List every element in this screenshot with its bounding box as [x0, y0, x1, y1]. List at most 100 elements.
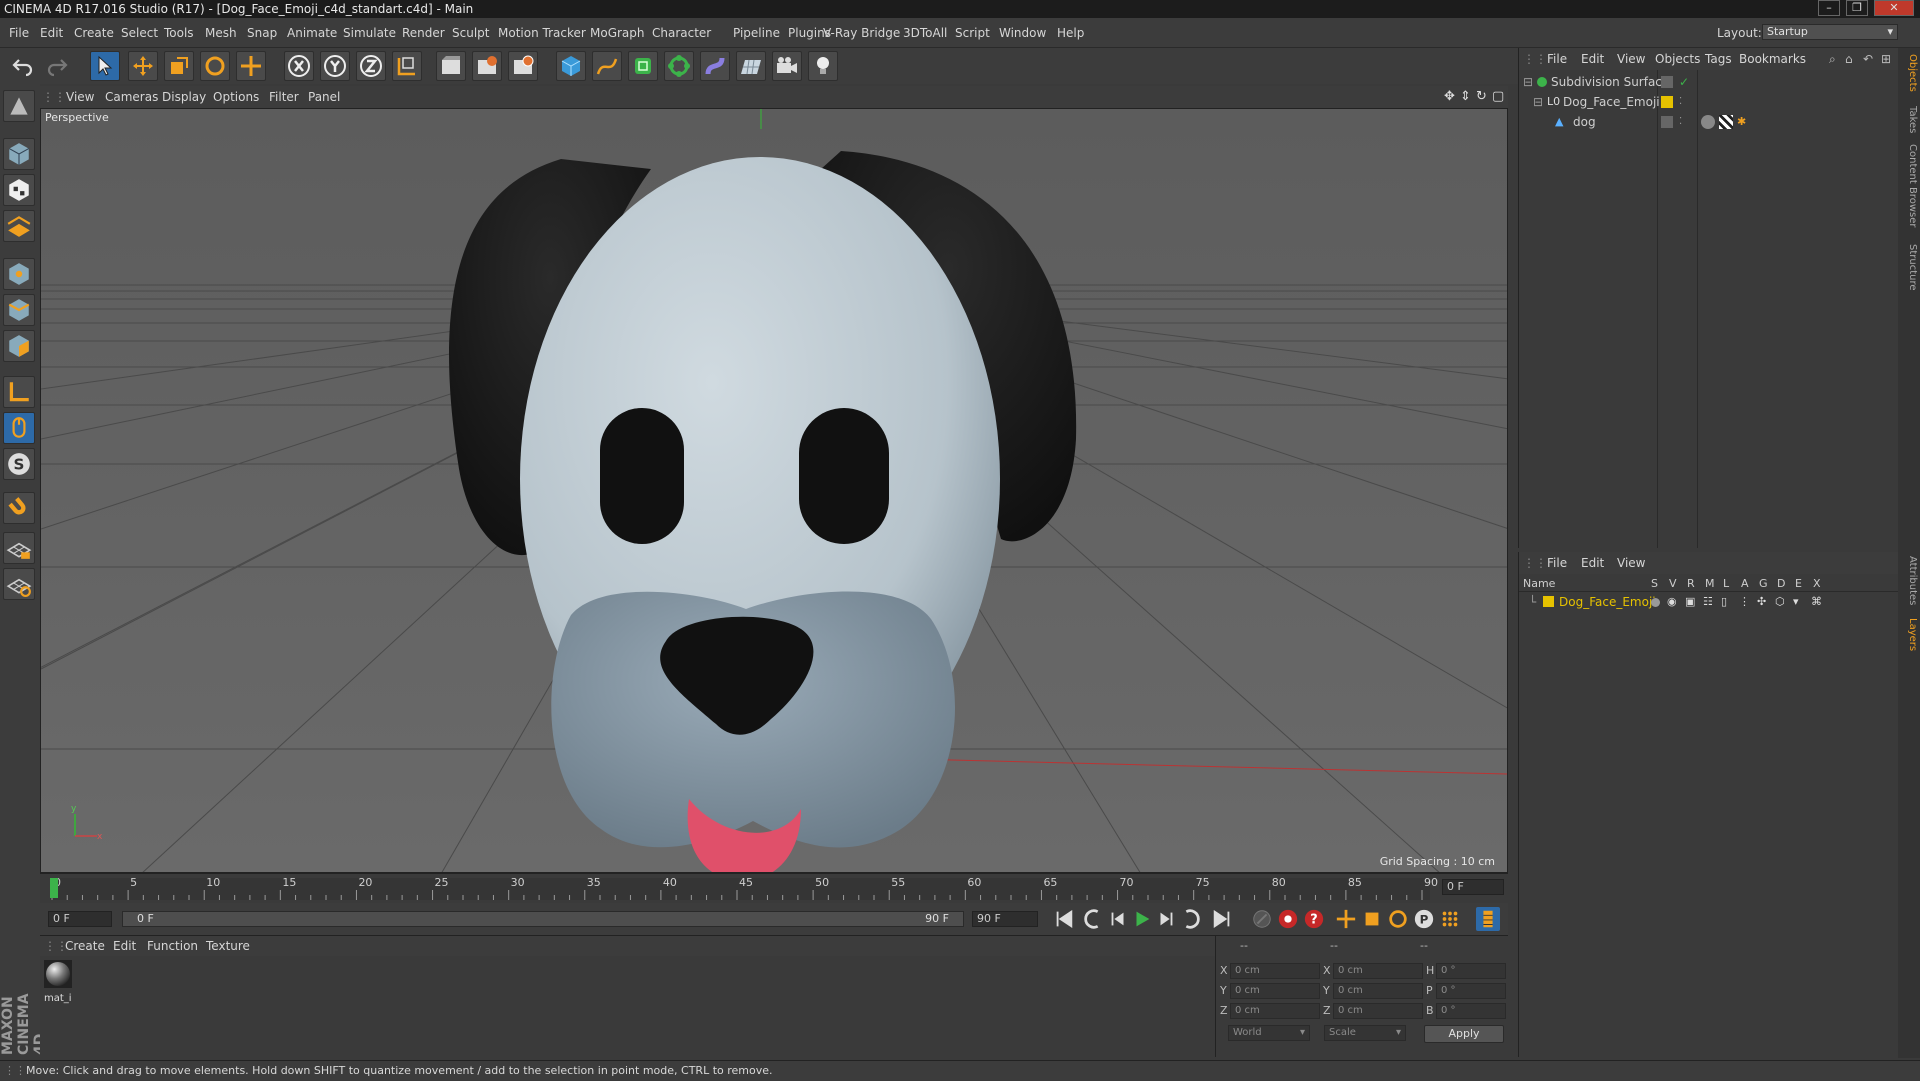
go-to-end-button[interactable] — [1210, 907, 1234, 931]
render-settings-button[interactable] — [508, 51, 538, 81]
size-mode-select[interactable]: Scale ▾ — [1324, 1025, 1406, 1041]
menu-window[interactable]: Window — [999, 18, 1046, 48]
object-row[interactable]: ⊟ Subdivision Surface ✓ — [1519, 72, 1899, 92]
menu-help[interactable]: Help — [1057, 18, 1084, 48]
coord-system-select[interactable]: World ▾ — [1228, 1025, 1310, 1041]
collapse-icon[interactable]: ⊟ — [1533, 92, 1543, 112]
manager-toggle-icon[interactable]: ☷ — [1703, 592, 1713, 612]
menu-animate[interactable]: Animate — [287, 18, 337, 48]
tab-layers[interactable]: Layers — [1900, 618, 1918, 651]
om-menu-edit[interactable]: Edit — [1581, 48, 1604, 70]
range-slider[interactable]: 0 F 90 F — [122, 911, 964, 927]
om-menu-view[interactable]: View — [1617, 48, 1645, 70]
snap-button[interactable] — [3, 492, 35, 524]
animation-toggle-icon[interactable]: ⋮ — [1739, 592, 1750, 612]
tab-takes[interactable]: Takes — [1900, 106, 1918, 133]
menu-render[interactable]: Render — [402, 18, 445, 48]
new-view-icon[interactable]: ⊞ — [1881, 48, 1891, 70]
floor-button[interactable] — [736, 51, 766, 81]
light-button[interactable] — [808, 51, 838, 81]
go-to-start-button[interactable] — [1052, 907, 1076, 931]
key-scale-button[interactable] — [1360, 907, 1384, 931]
zoom-view-icon[interactable]: ⇕ — [1460, 86, 1471, 108]
menu-script[interactable]: Script — [955, 18, 990, 48]
rotate-view-icon[interactable]: ↻ — [1476, 86, 1487, 108]
current-frame-field[interactable]: 0 F — [1442, 879, 1504, 895]
deformer-button[interactable] — [700, 51, 730, 81]
menu-tools[interactable]: Tools — [164, 18, 194, 48]
vp-menu-panel[interactable]: Panel — [308, 86, 340, 108]
menu-create[interactable]: Create — [74, 18, 114, 48]
menu-file[interactable]: File — [9, 18, 29, 48]
layer-color-icon[interactable] — [1661, 96, 1673, 108]
menu-motion-tracker[interactable]: Motion Tracker — [498, 18, 586, 48]
redo-button[interactable] — [42, 51, 72, 81]
back-icon[interactable]: ↶ — [1863, 48, 1873, 70]
end-frame-field[interactable]: 90 F — [972, 911, 1038, 927]
rot-h-field[interactable]: 0 ° — [1436, 963, 1506, 979]
menu-mograph[interactable]: MoGraph — [590, 18, 645, 48]
pen-spline-button[interactable] — [592, 51, 622, 81]
rot-b-field[interactable]: 0 ° — [1436, 1003, 1506, 1019]
key-rotation-button[interactable] — [1386, 907, 1410, 931]
tab-content-browser[interactable]: Content Browser — [1900, 144, 1918, 227]
material-swatch[interactable]: mat_i — [44, 960, 74, 1004]
apply-button[interactable]: Apply — [1424, 1025, 1504, 1043]
visibility-dots-icon[interactable]: ⁚ — [1679, 112, 1682, 132]
deformers-toggle-icon[interactable]: ⬡ — [1775, 592, 1785, 612]
mat-menu-create[interactable]: Create — [65, 936, 105, 956]
texture-tag-icon[interactable] — [1719, 115, 1733, 129]
move-tool-button[interactable] — [128, 51, 158, 81]
search-icon[interactable]: ⌕ — [1829, 48, 1836, 70]
object-row[interactable]: ▲ dog ⁚ ✱ — [1519, 112, 1899, 132]
world-coord-button[interactable] — [392, 51, 422, 81]
next-frame-button[interactable] — [1154, 907, 1178, 931]
cube-button[interactable] — [556, 51, 586, 81]
phong-tag-icon[interactable]: ✱ — [1737, 112, 1746, 132]
vp-menu-options[interactable]: Options — [213, 86, 259, 108]
move-view-icon[interactable]: ✥ — [1444, 86, 1455, 108]
vp-menu-cameras[interactable]: Cameras — [105, 86, 158, 108]
rotate-tool-button[interactable] — [200, 51, 230, 81]
xref-toggle-icon[interactable]: ⌘ — [1811, 592, 1822, 612]
select-tool-button[interactable] — [90, 51, 120, 81]
layer-color-icon[interactable] — [1543, 596, 1554, 607]
close-button[interactable]: ✕ — [1874, 0, 1914, 16]
om-menu-tags[interactable]: Tags — [1705, 48, 1732, 70]
start-frame-field[interactable]: 0 F — [48, 911, 112, 927]
edit-toggle-icon[interactable] — [1661, 76, 1673, 88]
solo-mode-button[interactable]: S — [3, 448, 35, 480]
axis-mode-button[interactable] — [3, 376, 35, 408]
menu-select[interactable]: Select — [121, 18, 158, 48]
enabled-check-icon[interactable]: ✓ — [1679, 72, 1689, 92]
autokey-button[interactable]: ? — [1302, 907, 1326, 931]
timeline-layout-button[interactable] — [1476, 907, 1500, 931]
size-x-field[interactable]: 0 cm — [1333, 963, 1423, 979]
material-tag-icon[interactable] — [1701, 115, 1715, 129]
lock-toggle-icon[interactable]: ▯ — [1721, 592, 1727, 612]
menu-snap[interactable]: Snap — [247, 18, 277, 48]
menu-simulate[interactable]: Simulate — [343, 18, 396, 48]
subdivision-button[interactable] — [628, 51, 658, 81]
size-z-field[interactable]: 0 cm — [1333, 1003, 1423, 1019]
menu-pipeline[interactable]: Pipeline — [733, 18, 780, 48]
size-y-field[interactable]: 0 cm — [1333, 983, 1423, 999]
x-axis-button[interactable] — [284, 51, 314, 81]
expressions-toggle-icon[interactable]: ▾ — [1793, 592, 1799, 612]
minimize-button[interactable]: – — [1818, 0, 1840, 16]
array-button[interactable] — [664, 51, 694, 81]
tab-structure[interactable]: Structure — [1900, 244, 1918, 291]
previous-frame-button[interactable] — [1106, 907, 1130, 931]
om-menu-bookmarks[interactable]: Bookmarks — [1739, 48, 1806, 70]
maximize-button[interactable]: ❐ — [1846, 0, 1868, 16]
menu-vray-bridge[interactable]: V-Ray Bridge — [823, 18, 900, 48]
lm-menu-file[interactable]: File — [1547, 552, 1567, 574]
previous-key-button[interactable] — [1082, 907, 1106, 931]
timeline[interactable]: 051015202530354045505560657075808590 0 F — [40, 873, 1508, 903]
model-mode-button[interactable] — [3, 138, 35, 170]
rot-p-field[interactable]: 0 ° — [1436, 983, 1506, 999]
camera-button[interactable] — [772, 51, 802, 81]
live-select-button[interactable] — [236, 51, 266, 81]
key-position-button[interactable] — [1334, 907, 1358, 931]
pos-z-field[interactable]: 0 cm — [1230, 1003, 1320, 1019]
